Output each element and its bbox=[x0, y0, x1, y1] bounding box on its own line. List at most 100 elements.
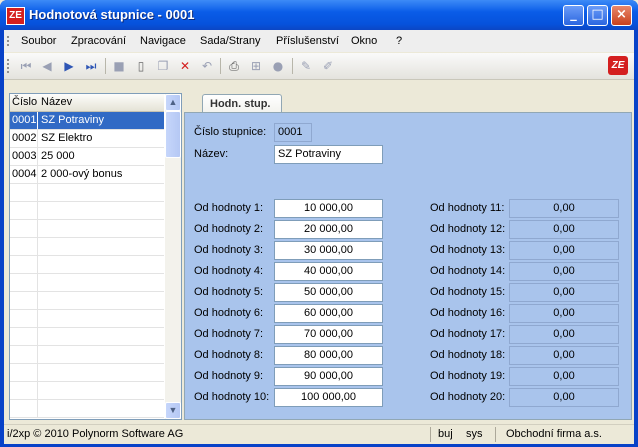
cell-cislo bbox=[10, 382, 38, 399]
table-row[interactable] bbox=[10, 256, 164, 274]
od-hodnoty-3-field[interactable]: 30 000,00 bbox=[274, 241, 383, 260]
cell-nazev bbox=[39, 400, 164, 417]
cell-nazev bbox=[39, 346, 164, 363]
copy-icon[interactable]: ❐ bbox=[155, 58, 171, 74]
cell-cislo: 0001 bbox=[10, 112, 38, 129]
od-hodnoty-9-field[interactable]: 90 000,00 bbox=[274, 367, 383, 386]
tab-hodn-stup[interactable]: Hodn. stup. bbox=[202, 94, 282, 112]
od-hodnoty-4-field[interactable]: 40 000,00 bbox=[274, 262, 383, 281]
nazev-label: Název: bbox=[194, 148, 229, 160]
cell-cislo bbox=[10, 328, 38, 345]
maximize-button[interactable]: □ bbox=[587, 5, 608, 26]
delete-icon[interactable]: ✕ bbox=[177, 58, 193, 74]
cell-nazev bbox=[39, 274, 164, 291]
cell-nazev bbox=[39, 184, 164, 201]
od-hodnoty-8-field[interactable]: 80 000,00 bbox=[274, 346, 383, 365]
next-record-icon[interactable]: ▶ bbox=[61, 58, 77, 74]
close-button[interactable]: × bbox=[611, 5, 632, 26]
od-hodnoty-19-field: 0,00 bbox=[509, 367, 619, 386]
print-icon[interactable]: ⎙ bbox=[226, 58, 242, 74]
nazev-field[interactable]: SZ Potraviny bbox=[274, 145, 383, 164]
od-hodnoty-20-label: Od hodnoty 20: bbox=[430, 391, 506, 403]
cell-nazev bbox=[39, 292, 164, 309]
table-row[interactable] bbox=[10, 328, 164, 346]
cell-nazev: 2 000-ový bonus bbox=[41, 168, 123, 180]
toolbar-separator bbox=[220, 58, 221, 74]
column-header-cislo[interactable]: Číslo bbox=[12, 96, 37, 108]
table-row[interactable] bbox=[10, 364, 164, 382]
edit-icon[interactable]: ✎ bbox=[298, 58, 314, 74]
prev-record-icon[interactable]: ◀ bbox=[39, 58, 55, 74]
minimize-button[interactable]: _ bbox=[563, 5, 584, 26]
table-row[interactable] bbox=[10, 346, 164, 364]
table-row[interactable] bbox=[10, 274, 164, 292]
table-row[interactable] bbox=[10, 202, 164, 220]
table-row[interactable]: 0002 SZ Elektro bbox=[10, 130, 164, 148]
tree-icon[interactable]: ⊞ bbox=[248, 58, 264, 74]
table-row[interactable]: 0001 SZ Potraviny bbox=[10, 112, 164, 130]
last-record-icon[interactable]: ⏭ bbox=[83, 58, 99, 74]
od-hodnoty-15-label: Od hodnoty 15: bbox=[430, 286, 506, 298]
cell-cislo bbox=[10, 202, 38, 219]
table-row[interactable] bbox=[10, 184, 164, 202]
table-row[interactable]: 0003 25 000 bbox=[10, 148, 164, 166]
table-row[interactable] bbox=[10, 220, 164, 238]
disabled-icon[interactable]: ● bbox=[270, 58, 286, 74]
od-hodnoty-10-field[interactable]: 100 000,00 bbox=[274, 388, 383, 407]
new-icon[interactable]: ▯ bbox=[133, 58, 149, 74]
list-scrollbar[interactable]: ▲ ▼ bbox=[165, 94, 181, 419]
cell-nazev: SZ Elektro bbox=[41, 132, 93, 144]
menu-navigace[interactable]: Navigace bbox=[140, 35, 186, 47]
table-row[interactable] bbox=[10, 310, 164, 328]
od-hodnoty-7-field[interactable]: 70 000,00 bbox=[274, 325, 383, 344]
menu-soubor[interactable]: Soubor bbox=[21, 35, 56, 47]
od-hodnoty-6-label: Od hodnoty 6: bbox=[194, 307, 264, 319]
cell-nazev bbox=[39, 238, 164, 255]
cell-cislo bbox=[10, 400, 38, 417]
od-hodnoty-12-label: Od hodnoty 12: bbox=[430, 223, 506, 235]
scroll-thumb[interactable] bbox=[165, 111, 181, 158]
table-row[interactable] bbox=[10, 238, 164, 256]
status-db: sys bbox=[466, 428, 483, 440]
cislo-field: 0001 bbox=[274, 123, 312, 142]
od-hodnoty-1-field[interactable]: 10 000,00 bbox=[274, 199, 383, 218]
table-row[interactable] bbox=[10, 400, 164, 418]
status-copyright: i/2xp © 2010 Polynorm Software AG bbox=[7, 428, 184, 440]
clear-icon[interactable]: ✐ bbox=[320, 58, 336, 74]
menu-grip bbox=[7, 36, 11, 46]
od-hodnoty-13-label: Od hodnoty 13: bbox=[430, 244, 506, 256]
cell-cislo bbox=[10, 346, 38, 363]
od-hodnoty-5-field[interactable]: 50 000,00 bbox=[274, 283, 383, 302]
table-row[interactable] bbox=[10, 292, 164, 310]
menu-help[interactable]: ? bbox=[396, 35, 402, 47]
table-row[interactable]: 0004 2 000-ový bonus bbox=[10, 166, 164, 184]
status-divider bbox=[430, 427, 431, 442]
cell-cislo bbox=[10, 238, 38, 255]
od-hodnoty-11-field: 0,00 bbox=[509, 199, 619, 218]
menu-prislusenstvi[interactable]: Příslušenství bbox=[276, 35, 339, 47]
cell-nazev bbox=[39, 220, 164, 237]
cell-cislo bbox=[10, 220, 38, 237]
menu-zpracovani[interactable]: Zpracování bbox=[71, 35, 126, 47]
od-hodnoty-15-field: 0,00 bbox=[509, 283, 619, 302]
toolbar: ⏮ ◀ ▶ ⏭ ■ ▯ ❐ ✕ ↶ ⎙ ⊞ ● ✎ ✐ ZE bbox=[4, 53, 634, 80]
menu-sada-strany[interactable]: Sada/Strany bbox=[200, 35, 261, 47]
od-hodnoty-6-field[interactable]: 60 000,00 bbox=[274, 304, 383, 323]
status-divider bbox=[495, 427, 496, 442]
toolbar-separator bbox=[105, 58, 106, 74]
list-header: Číslo Název bbox=[10, 94, 164, 112]
undo-icon[interactable]: ↶ bbox=[199, 58, 215, 74]
brand-logo-icon: ZE bbox=[608, 56, 628, 75]
table-row[interactable] bbox=[10, 382, 164, 400]
title-bar[interactable]: ZE Hodnotová stupnice - 0001 _ □ × bbox=[0, 0, 638, 30]
app-logo-icon: ZE bbox=[6, 7, 25, 25]
menu-okno[interactable]: Okno bbox=[351, 35, 377, 47]
scroll-up-icon[interactable]: ▲ bbox=[165, 94, 181, 111]
cell-cislo bbox=[10, 274, 38, 291]
save-icon[interactable]: ■ bbox=[111, 58, 127, 74]
first-record-icon[interactable]: ⏮ bbox=[18, 58, 34, 74]
od-hodnoty-18-label: Od hodnoty 18: bbox=[430, 349, 506, 361]
od-hodnoty-2-field[interactable]: 20 000,00 bbox=[274, 220, 383, 239]
scroll-down-icon[interactable]: ▼ bbox=[165, 402, 181, 419]
column-header-nazev[interactable]: Název bbox=[41, 96, 72, 108]
